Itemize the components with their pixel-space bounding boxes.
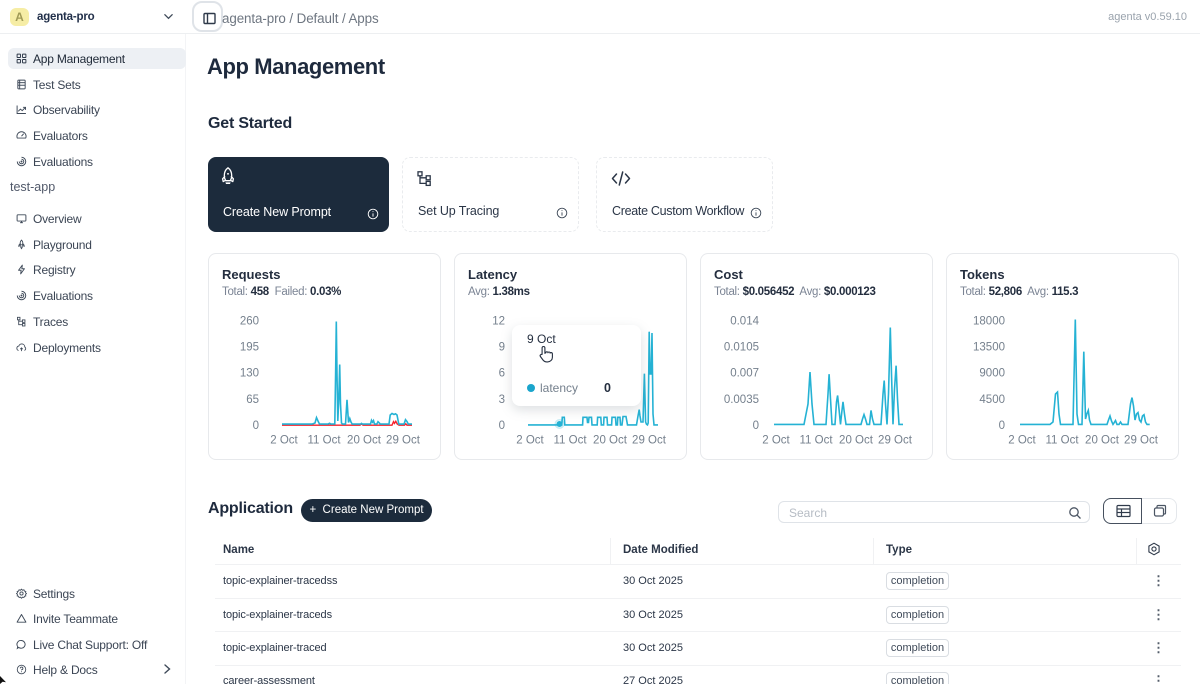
- svg-text:20 Oct: 20 Oct: [1085, 435, 1120, 447]
- svg-text:4500: 4500: [979, 394, 1005, 406]
- svg-text:0: 0: [999, 420, 1005, 432]
- svg-text:29 Oct: 29 Oct: [632, 435, 667, 447]
- svg-text:195: 195: [240, 342, 259, 354]
- svg-text:2 Oct: 2 Oct: [270, 435, 298, 447]
- svg-text:3: 3: [499, 394, 505, 406]
- svg-text:0.014: 0.014: [730, 316, 759, 328]
- svg-text:2 Oct: 2 Oct: [1008, 435, 1036, 447]
- svg-text:13500: 13500: [973, 342, 1005, 354]
- svg-text:12: 12: [492, 316, 505, 328]
- svg-text:0: 0: [753, 420, 759, 432]
- svg-text:0: 0: [253, 420, 259, 432]
- svg-text:11 Oct: 11 Oct: [307, 435, 341, 447]
- svg-text:11 Oct: 11 Oct: [799, 435, 833, 447]
- svg-text:9000: 9000: [979, 368, 1005, 380]
- svg-text:130: 130: [240, 368, 259, 380]
- svg-text:0.0105: 0.0105: [724, 342, 759, 354]
- svg-text:11 Oct: 11 Oct: [553, 435, 587, 447]
- svg-text:20 Oct: 20 Oct: [593, 435, 628, 447]
- svg-text:20 Oct: 20 Oct: [347, 435, 382, 447]
- svg-text:18000: 18000: [973, 316, 1005, 328]
- svg-text:0.0035: 0.0035: [724, 394, 759, 406]
- svg-text:2 Oct: 2 Oct: [516, 435, 544, 447]
- svg-text:6: 6: [499, 368, 505, 380]
- svg-text:20 Oct: 20 Oct: [839, 435, 874, 447]
- svg-text:2 Oct: 2 Oct: [762, 435, 790, 447]
- svg-text:29 Oct: 29 Oct: [878, 435, 913, 447]
- svg-text:11 Oct: 11 Oct: [1045, 435, 1079, 447]
- svg-text:65: 65: [246, 394, 259, 406]
- svg-text:260: 260: [240, 316, 259, 328]
- svg-text:29 Oct: 29 Oct: [1124, 435, 1159, 447]
- svg-text:29 Oct: 29 Oct: [386, 435, 421, 447]
- svg-text:0: 0: [499, 420, 505, 432]
- svg-text:0.007: 0.007: [730, 368, 759, 380]
- svg-text:9: 9: [499, 342, 505, 354]
